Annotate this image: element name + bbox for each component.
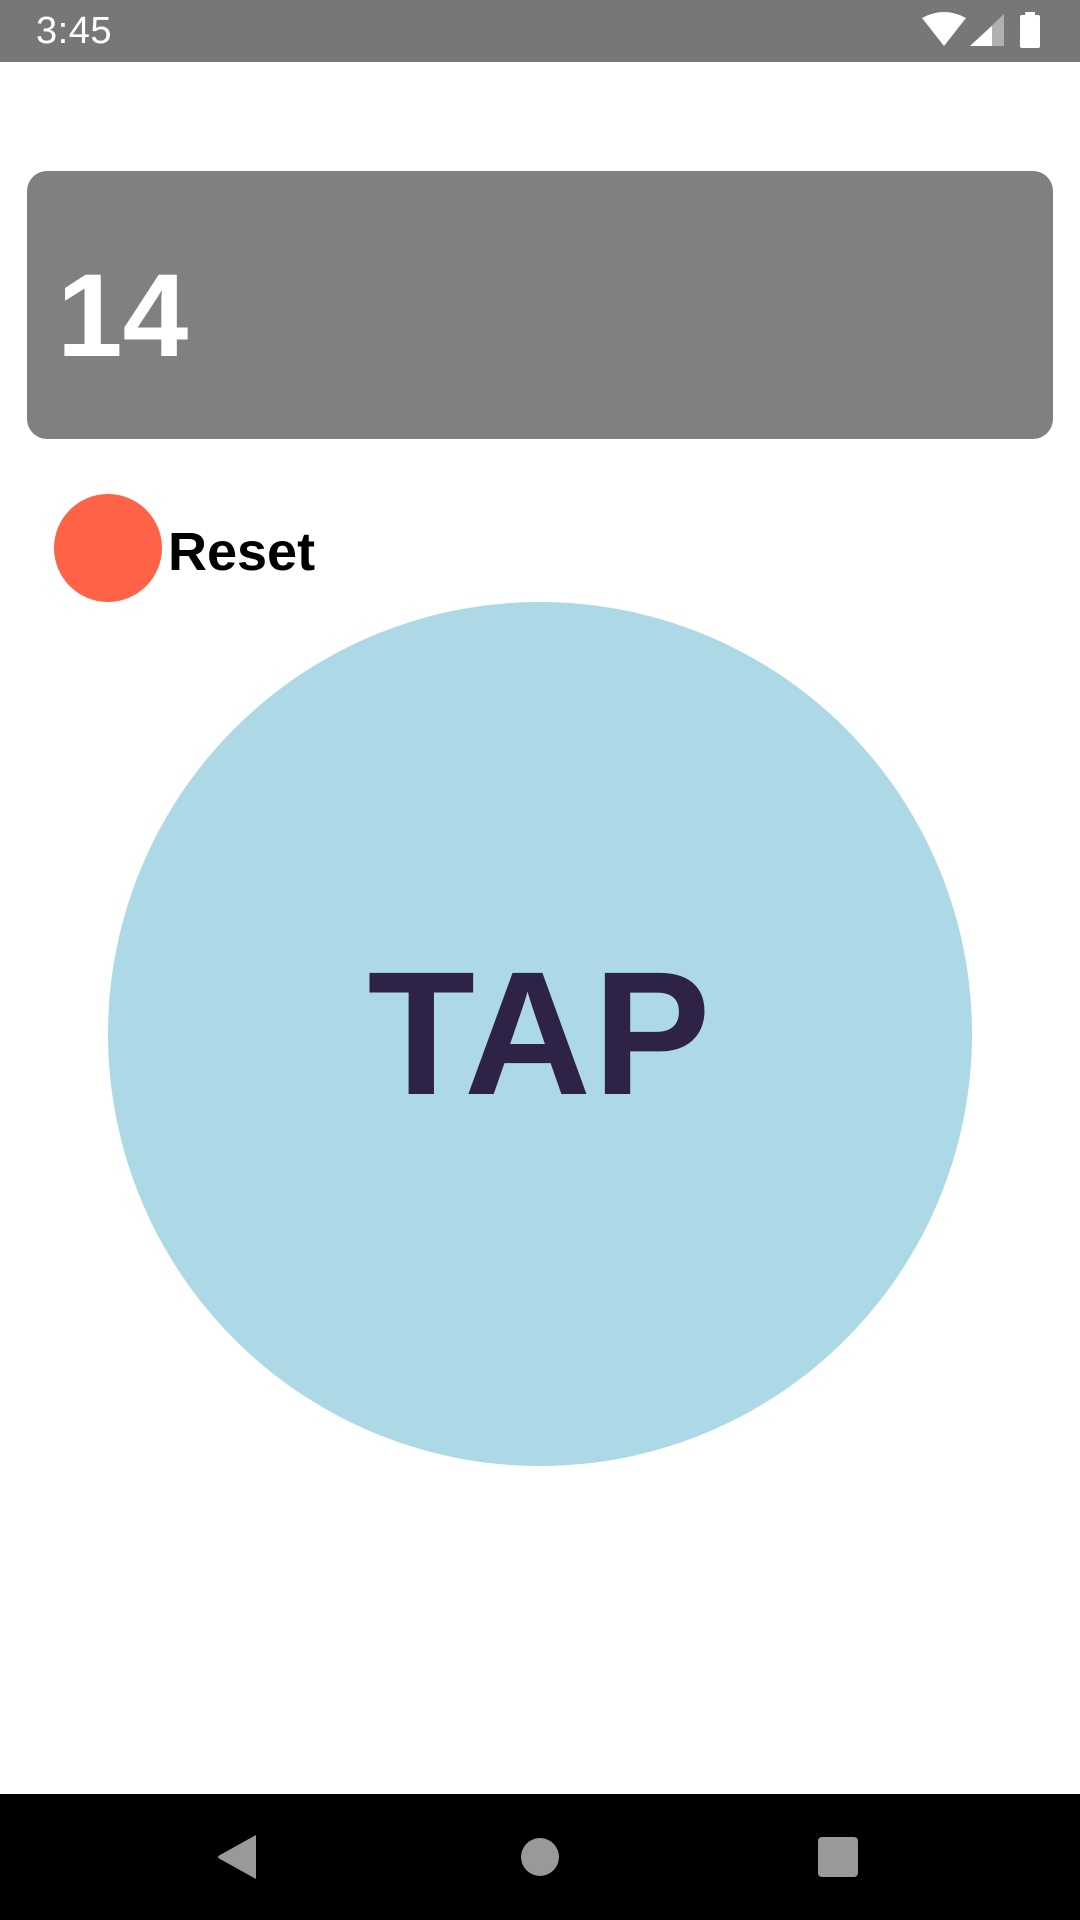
tap-button[interactable]: TAP (108, 602, 972, 1466)
reset-label[interactable]: Reset (168, 521, 315, 583)
app-screen: 3:45 14 Reset TAP (0, 0, 1080, 1920)
recents-icon (818, 1837, 858, 1877)
reset-button[interactable]: Reset (54, 494, 315, 602)
tap-label: TAP (367, 936, 713, 1132)
wifi-icon (922, 12, 966, 46)
back-button[interactable] (208, 1827, 268, 1887)
recents-button[interactable] (808, 1827, 868, 1887)
status-time: 3:45 (36, 10, 112, 52)
cell-signal-icon (970, 14, 1004, 46)
reset-radio-dot[interactable] (54, 494, 162, 602)
back-icon (218, 1835, 256, 1879)
counter-value: 14 (57, 250, 189, 382)
home-button[interactable] (510, 1827, 570, 1887)
status-bar: 3:45 (0, 0, 1080, 62)
home-icon (521, 1838, 559, 1876)
navigation-bar (0, 1794, 1080, 1920)
counter-display: 14 (27, 171, 1053, 439)
battery-icon (1020, 12, 1040, 48)
